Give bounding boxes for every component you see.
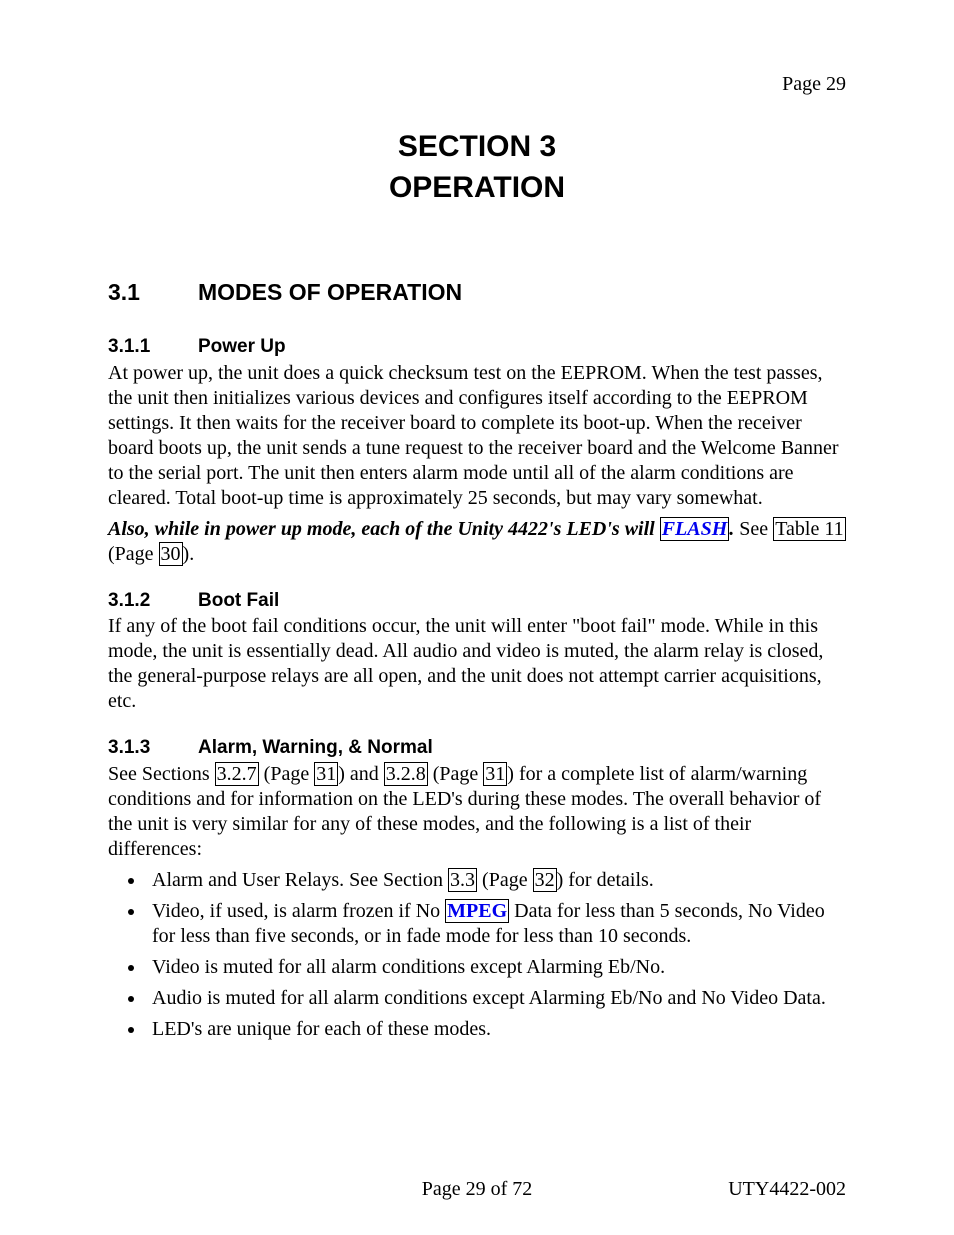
- t1: See Sections: [108, 763, 215, 785]
- heading-3-1-number: 3.1: [108, 278, 198, 307]
- para-3-1-2-body: If any of the boot fail conditions occur…: [108, 614, 846, 714]
- link-page-31b[interactable]: 31: [483, 762, 507, 786]
- heading-3-1-2-number: 3.1.2: [108, 589, 198, 613]
- bullet-list: Alarm and User Relays. See Section 3.3 (…: [108, 868, 846, 1042]
- para-3-1-1-note: Also, while in power up mode, each of th…: [108, 517, 846, 567]
- link-section-3-2-8[interactable]: 3.2.8: [384, 762, 428, 786]
- page-number-header: Page 29: [108, 72, 846, 97]
- heading-3-1-1-text: Power Up: [198, 336, 286, 357]
- b1a: Alarm and User Relays. See Section: [152, 869, 448, 891]
- section-title-line2: OPERATION: [389, 171, 565, 204]
- document-page: Page 29 SECTION 3 OPERATION 3.1MODES OF …: [0, 0, 954, 1235]
- heading-3-1: 3.1MODES OF OPERATION: [108, 278, 846, 307]
- bullet-1: Alarm and User Relays. See Section 3.3 (…: [146, 868, 846, 893]
- note-lead: Also, while in power up mode, each of th…: [108, 518, 660, 540]
- para-3-1-3-body: See Sections 3.2.7 (Page 31) and 3.2.8 (…: [108, 762, 846, 862]
- heading-3-1-text: MODES OF OPERATION: [198, 279, 462, 305]
- link-page-30[interactable]: 30: [159, 542, 183, 566]
- bullet-2: Video, if used, is alarm frozen if No MP…: [146, 899, 846, 949]
- t2: (Page: [259, 763, 315, 785]
- heading-3-1-3-number: 3.1.3: [108, 736, 198, 760]
- heading-3-1-1-number: 3.1.1: [108, 335, 198, 359]
- link-table-11[interactable]: Table 11: [773, 517, 845, 541]
- b1b: (Page: [477, 869, 533, 891]
- t3: ) and: [338, 763, 384, 785]
- bullet-5: LED's are unique for each of these modes…: [146, 1017, 846, 1042]
- section-title-line1: SECTION 3: [398, 130, 556, 163]
- section-title: SECTION 3 OPERATION: [108, 127, 846, 208]
- heading-3-1-3: 3.1.3Alarm, Warning, & Normal: [108, 736, 846, 760]
- b1c: ) for details.: [557, 869, 654, 891]
- heading-3-1-2: 3.1.2Boot Fail: [108, 589, 846, 613]
- section-3-1-3: 3.1.3Alarm, Warning, & Normal See Sectio…: [108, 736, 846, 1042]
- link-section-3-2-7[interactable]: 3.2.7: [215, 762, 259, 786]
- b2a: Video, if used, is alarm frozen if No: [152, 900, 445, 922]
- section-3-1-2: 3.1.2Boot Fail If any of the boot fail c…: [108, 589, 846, 715]
- bullet-4: Audio is muted for all alarm conditions …: [146, 986, 846, 1011]
- heading-3-1-3-text: Alarm, Warning, & Normal: [198, 737, 433, 758]
- link-mpeg[interactable]: MPEG: [445, 899, 509, 923]
- footer-right: UTY4422-002: [728, 1177, 846, 1202]
- note-openparen: (Page: [108, 543, 159, 565]
- link-flash[interactable]: FLASH: [660, 517, 730, 541]
- section-3-1-1: 3.1.1Power Up At power up, the unit does…: [108, 335, 846, 567]
- note-see: See: [734, 518, 773, 540]
- link-page-32[interactable]: 32: [533, 868, 557, 892]
- heading-3-1-1: 3.1.1Power Up: [108, 335, 846, 359]
- link-page-31a[interactable]: 31: [314, 762, 338, 786]
- heading-3-1-2-text: Boot Fail: [198, 590, 279, 611]
- t4: (Page: [428, 763, 484, 785]
- link-section-3-3[interactable]: 3.3: [448, 868, 477, 892]
- bullet-3: Video is muted for all alarm conditions …: [146, 955, 846, 980]
- para-3-1-1-body: At power up, the unit does a quick check…: [108, 361, 846, 511]
- note-close: ).: [183, 543, 195, 565]
